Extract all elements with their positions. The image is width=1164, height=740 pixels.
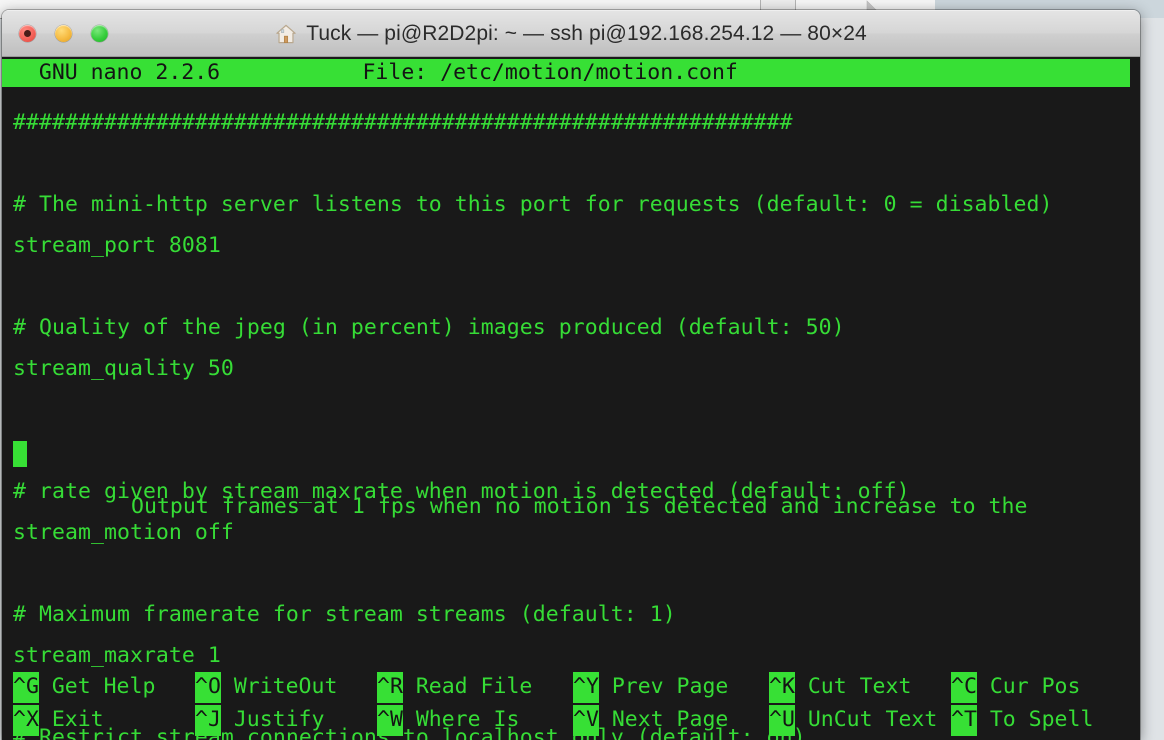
shortcut-key: ^V [573,705,599,736]
shortcut-label: Cur Pos [976,674,1081,699]
terminal-window[interactable]: Tuck — pi@R2D2pi: ~ — ssh pi@192.168.254… [2,10,1140,740]
shortcut-where-is[interactable]: ^W Where Is [377,705,573,736]
shortcut-key: ^C [951,672,977,703]
window-titlebar[interactable]: Tuck — pi@R2D2pi: ~ — ssh pi@192.168.254… [2,10,1140,57]
shortcut-label: Prev Page [598,674,729,699]
code-line: stream_motion off [13,520,234,545]
shortcut-key: ^K [769,672,795,703]
shortcut-label: Cut Text [794,674,912,699]
text-cursor [13,441,27,467]
maximize-button[interactable] [91,25,108,42]
shortcut-writeout[interactable]: ^O WriteOut [195,672,377,703]
code-line: stream_port 8081 [13,233,221,258]
close-icon [24,30,31,37]
shortcut-key: ^Y [573,672,599,703]
code-line: stream_quality 50 [13,356,234,381]
shortcut-uncut-text[interactable]: ^U UnCut Text [769,705,951,736]
shortcut-label: Exit [38,707,104,732]
shortcut-key: ^R [377,672,403,703]
shortcut-prev-page[interactable]: ^Y Prev Page [573,672,769,703]
help-row-secondary: ^X Exit ^J Justify ^W Where Is ^V Next P… [13,705,1140,738]
code-line: ########################################… [13,110,793,135]
shortcut-justify[interactable]: ^J Justify [195,705,377,736]
close-button[interactable] [19,25,36,42]
shortcut-read-file[interactable]: ^R Read File [377,672,573,703]
minimize-button[interactable] [55,25,72,42]
shortcut-label: Justify [220,707,325,732]
shortcut-label: Read File [402,674,533,699]
nano-help-bar: ^G Get Help ^O WriteOut ^R Read File ^Y … [13,672,1140,738]
code-line: # Maximum framerate for stream streams (… [13,602,676,627]
shortcut-next-page[interactable]: ^V Next Page [573,705,769,736]
shortcut-cur-pos[interactable]: ^C Cur Pos [951,672,1080,703]
shortcut-key: ^W [377,705,403,736]
shortcut-label: UnCut Text [794,707,938,732]
help-row-primary: ^G Get Help ^O WriteOut ^R Read File ^Y … [13,672,1140,705]
shortcut-key: ^X [13,705,39,736]
shortcut-exit[interactable]: ^X Exit [13,705,195,736]
shortcut-label: Get Help [38,674,156,699]
shortcut-key: ^O [195,672,221,703]
window-title: Tuck — pi@R2D2pi: ~ — ssh pi@192.168.254… [306,22,867,45]
code-line: # The mini-http server listens to this p… [13,192,1053,217]
shortcut-get-help[interactable]: ^G Get Help [13,672,195,703]
shortcut-label: Next Page [598,707,729,732]
shortcut-label: To Spell [976,707,1094,732]
shortcut-label: WriteOut [220,674,338,699]
home-icon [276,24,296,44]
shortcut-key: ^G [13,672,39,703]
editor-area[interactable]: ########################################… [13,109,1140,740]
shortcut-cut-text[interactable]: ^K Cut Text [769,672,951,703]
terminal-body[interactable]: GNU nano 2.2.6 File: /etc/motion/motion.… [2,57,1140,740]
code-line: # Quality of the jpeg (in percent) image… [13,315,845,340]
shortcut-to-spell[interactable]: ^T To Spell [951,705,1093,736]
shortcut-key: ^J [195,705,221,736]
code-line-with-cursor: Output frames at 1 fps when no motion is… [13,437,1140,519]
shortcut-label: Where Is [402,707,520,732]
code-line: # rate given by stream_maxrate when moti… [13,479,910,504]
shortcut-key: ^T [951,705,977,736]
nano-title-bar: GNU nano 2.2.6 File: /etc/motion/motion.… [2,59,1130,87]
title-group: Tuck — pi@R2D2pi: ~ — ssh pi@192.168.254… [2,22,1140,46]
shortcut-key: ^U [769,705,795,736]
